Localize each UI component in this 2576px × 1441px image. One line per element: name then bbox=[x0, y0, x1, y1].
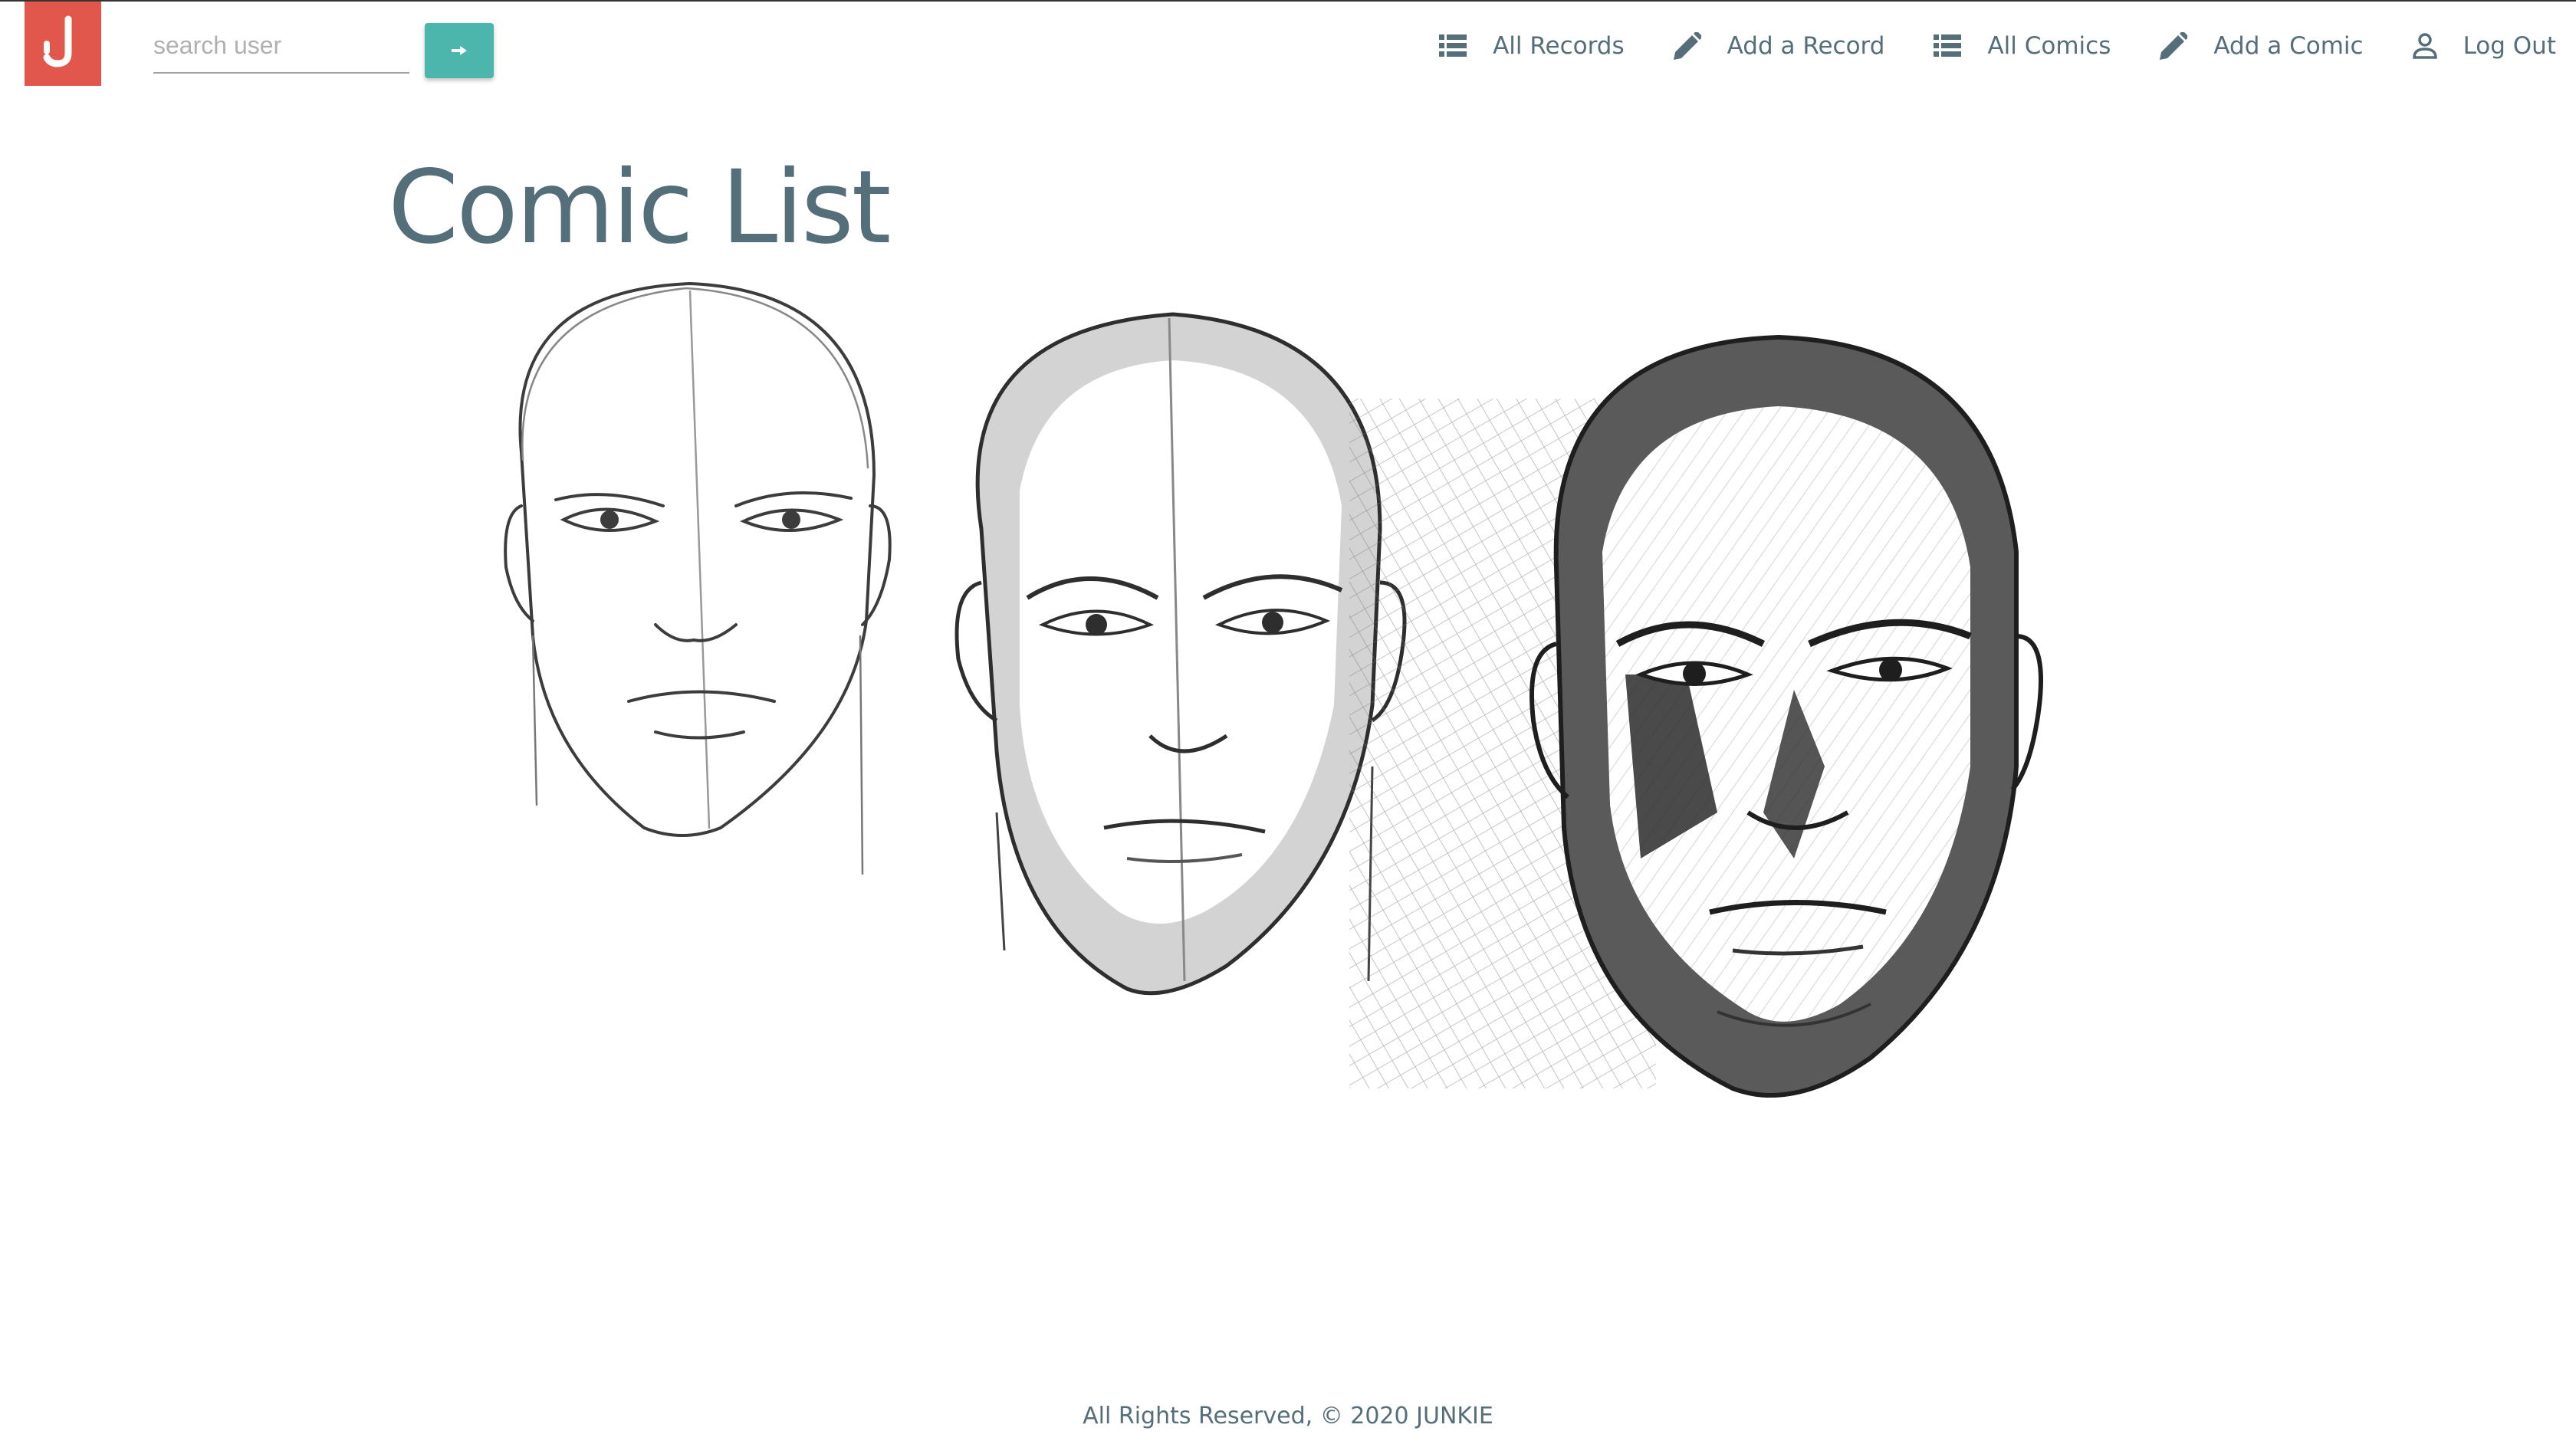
nav-log-out[interactable]: Log Out bbox=[2412, 32, 2556, 60]
top-nav: All Records Add a Record All Comics Add … bbox=[1390, 0, 2556, 92]
search-field bbox=[153, 18, 409, 78]
nav-label: Add a Record bbox=[1727, 32, 1885, 60]
nav-add-comic[interactable]: Add a Comic bbox=[2160, 32, 2364, 60]
nav-label: Log Out bbox=[2463, 32, 2556, 60]
logo-j-glyph bbox=[43, 15, 72, 67]
face-sketch-2 bbox=[955, 312, 1407, 996]
face-sketch-1 bbox=[504, 281, 892, 875]
pencil-icon bbox=[2160, 32, 2188, 60]
nav-label: Add a Comic bbox=[2213, 32, 2364, 60]
search-input[interactable] bbox=[153, 18, 409, 74]
footer-copyright: All Rights Reserved, © 2020 JUNKIE bbox=[1083, 1403, 1493, 1430]
page-title: Comic List bbox=[388, 149, 891, 267]
nav-all-comics[interactable]: All Comics bbox=[1934, 32, 2111, 60]
nav-label: All Comics bbox=[1987, 32, 2111, 60]
nav-add-record[interactable]: Add a Record bbox=[1673, 32, 1885, 60]
pencil-icon bbox=[1673, 32, 1701, 60]
user-icon bbox=[2412, 33, 2437, 59]
nav-label: All Records bbox=[1493, 32, 1625, 60]
app-logo[interactable] bbox=[25, 2, 101, 86]
arrow-right-icon bbox=[452, 46, 467, 55]
search-button[interactable] bbox=[425, 23, 494, 78]
list-icon bbox=[1934, 34, 1962, 57]
face-sketch-3 bbox=[1349, 334, 2043, 1098]
list-icon bbox=[1439, 34, 1467, 57]
nav-all-records[interactable]: All Records bbox=[1439, 32, 1625, 60]
hero-illustration bbox=[504, 281, 2043, 1098]
